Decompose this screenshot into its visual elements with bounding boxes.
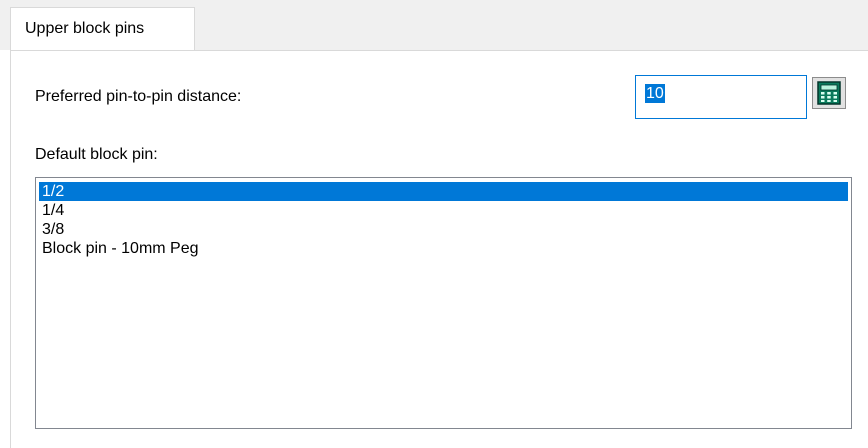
pin-distance-label: Preferred pin-to-pin distance: (35, 88, 242, 105)
default-block-pin-label: Default block pin: (35, 146, 158, 163)
list-item[interactable]: 1/2 (39, 182, 848, 201)
list-item[interactable]: 3/8 (39, 220, 848, 239)
pin-distance-value: 10 (645, 84, 665, 103)
list-item[interactable]: Block pin - 10mm Peg (39, 239, 848, 258)
tab-strip: Upper block pins (0, 0, 868, 51)
block-pin-listbox[interactable]: 1/2 1/4 3/8 Block pin - 10mm Peg (35, 177, 852, 429)
tab-label: Upper block pins (25, 20, 145, 37)
calculator-button[interactable] (812, 77, 846, 109)
tab-upper-block-pins[interactable]: Upper block pins (10, 7, 195, 51)
calculator-icon (817, 81, 841, 105)
list-item[interactable]: 1/4 (39, 201, 848, 220)
pin-distance-input[interactable]: 10 (635, 75, 807, 119)
